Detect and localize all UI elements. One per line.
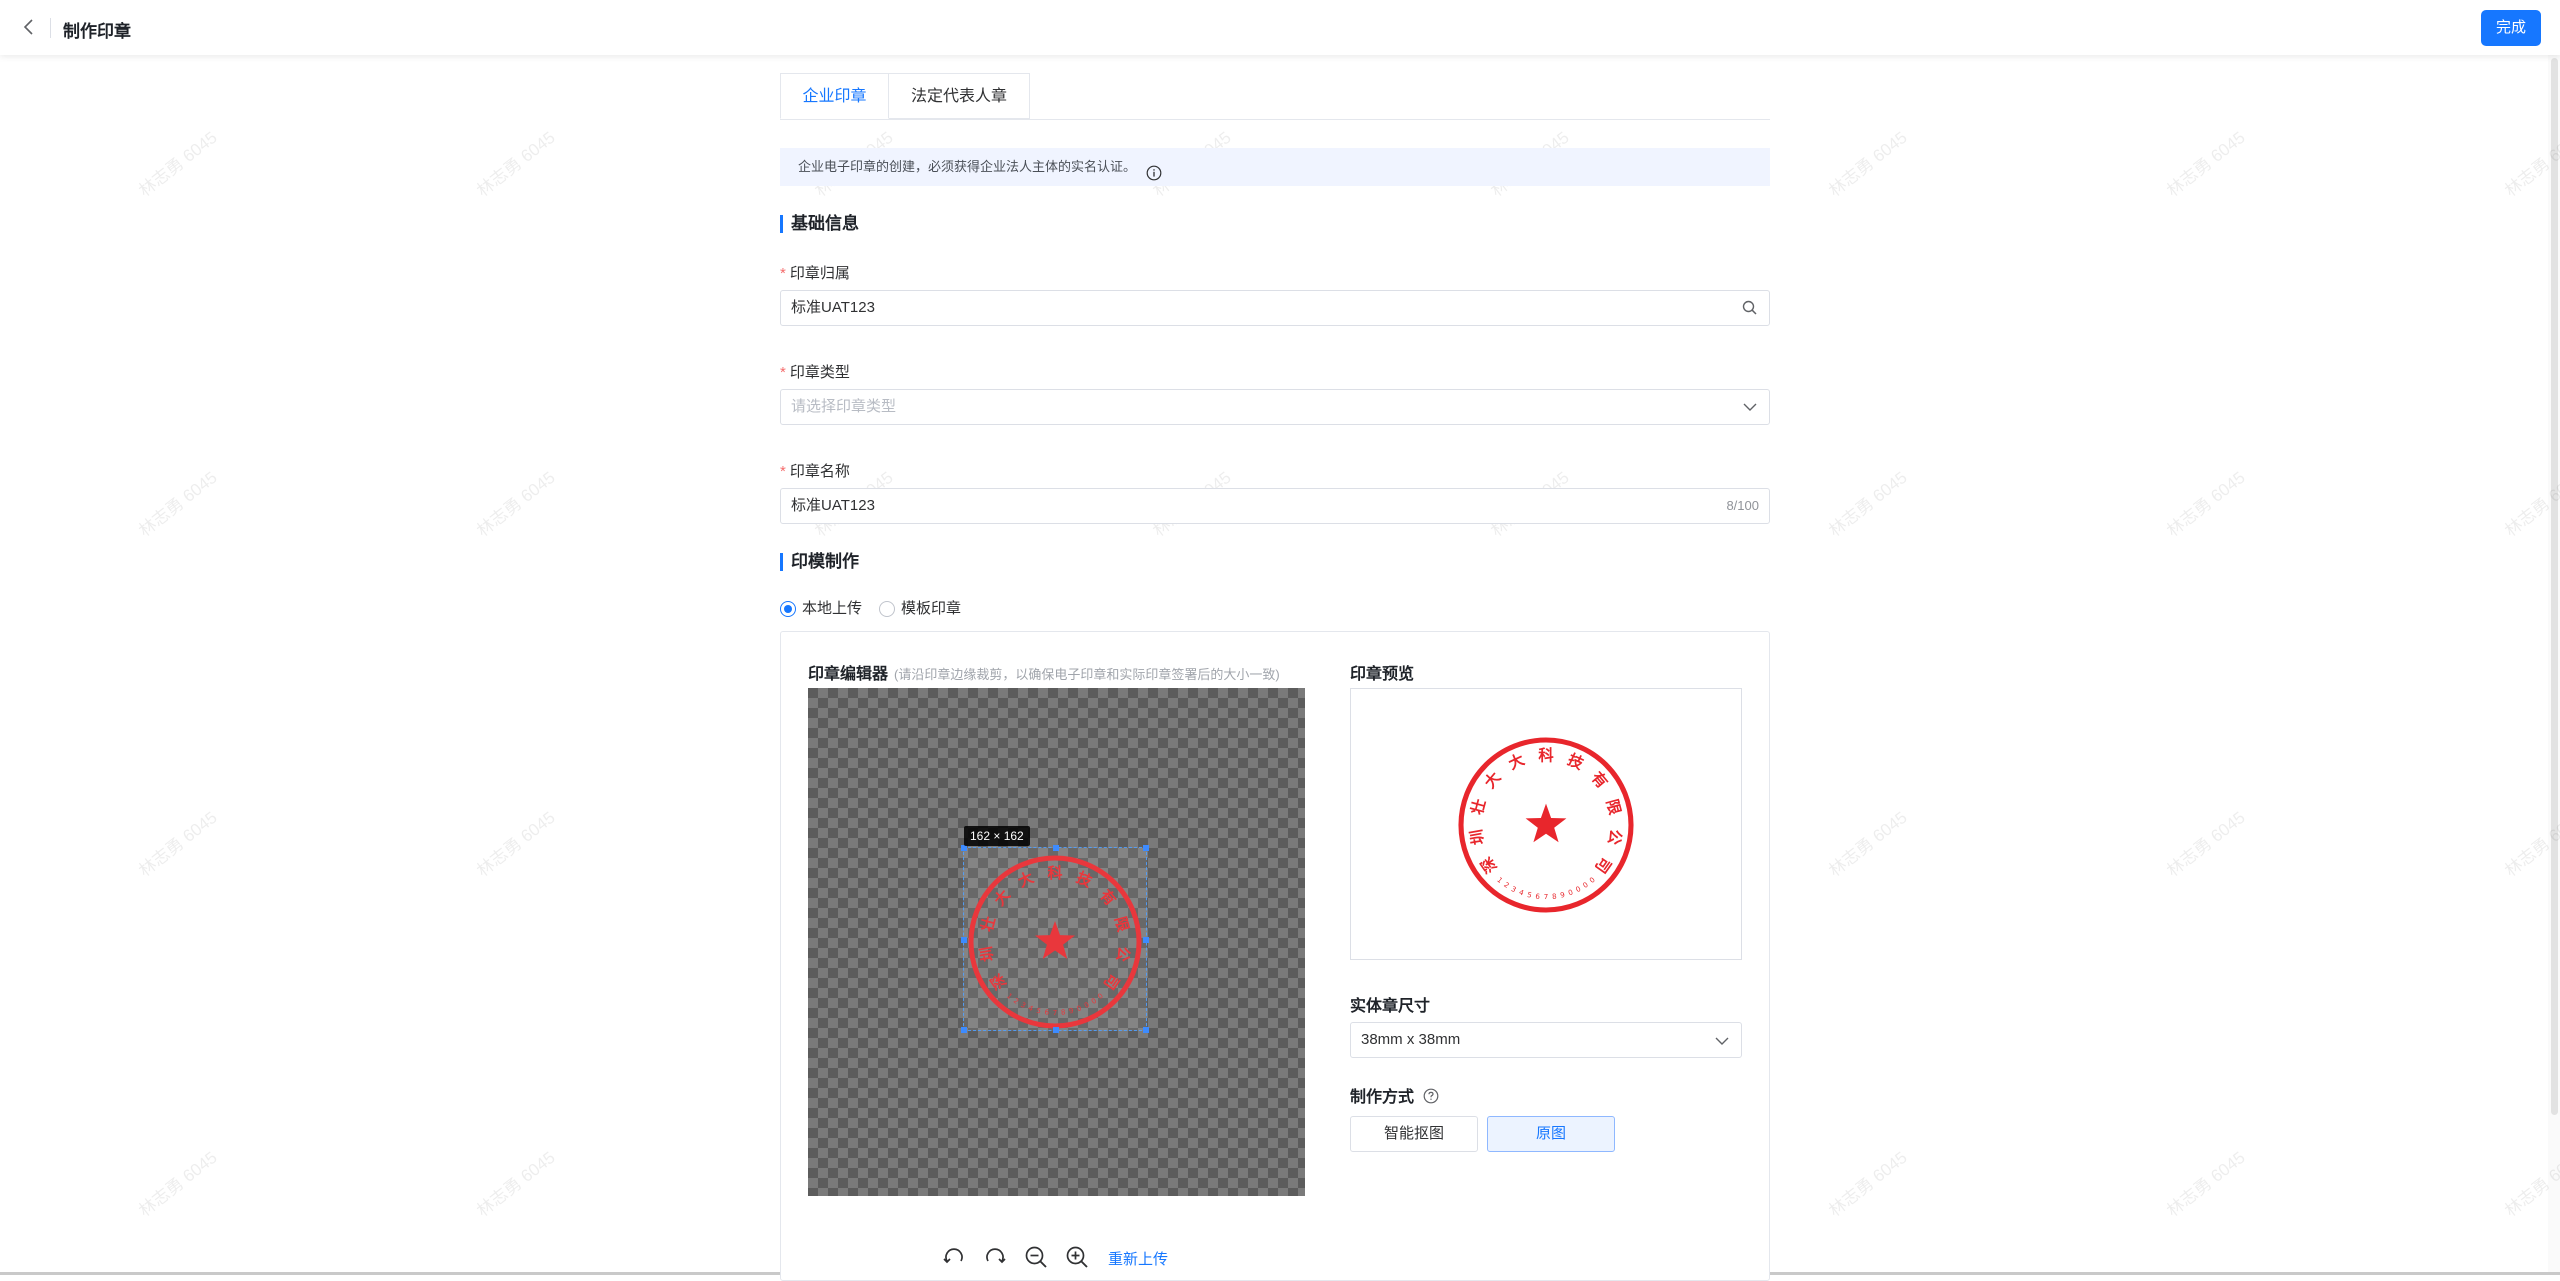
physical-size-select[interactable]: 38mm x 38mm xyxy=(1350,1022,1742,1058)
name-label: * 印章名称 xyxy=(780,463,850,480)
crop-size-tag: 162 × 162 xyxy=(964,826,1030,846)
smart-cutout-button[interactable]: 智能抠图 xyxy=(1350,1116,1478,1152)
watermark-text: 林志勇 6045 xyxy=(135,1147,221,1221)
rotate-right-icon[interactable] xyxy=(982,1244,1008,1270)
notice-banner: 企业电子印章的创建，必须获得企业法人主体的实名认证。 xyxy=(780,148,1770,186)
top-bar: 制作印章 完成 xyxy=(0,0,2560,55)
tab-legal-rep-seal[interactable]: 法定代表人章 xyxy=(889,73,1030,119)
stamp-char: 科 xyxy=(1538,746,1554,764)
search-icon[interactable] xyxy=(1741,299,1759,317)
header-divider xyxy=(50,18,51,38)
editor-toolbar: 重新上传 xyxy=(781,1242,1771,1272)
owner-search-field[interactable]: 标准UAT123 xyxy=(780,290,1770,326)
watermark-text: 林志勇 6045 xyxy=(473,1147,559,1221)
stamp-code-digit: 9 xyxy=(1559,890,1566,900)
scrollbar-thumb[interactable] xyxy=(2551,58,2558,1115)
crop-canvas[interactable]: 深圳壮大大科技有限公司1234567890000 162 × 162 xyxy=(808,688,1305,1196)
watermark-text: 林志勇 6045 xyxy=(473,467,559,541)
watermark-text: 林志勇 6045 xyxy=(1825,127,1911,201)
preview-title: 印章预览 xyxy=(1350,666,1415,683)
editor-hint: (请沿印章边缘裁剪，以确保电子印章和实际印章签署后的大小一致) xyxy=(894,667,1280,682)
help-question-icon[interactable] xyxy=(1423,1088,1439,1104)
crop-handle-bottom-left[interactable] xyxy=(961,1027,967,1033)
stamp-char: 公 xyxy=(1604,828,1625,847)
zoom-in-icon[interactable] xyxy=(1064,1244,1090,1270)
original-image-button[interactable]: 原图 xyxy=(1487,1116,1615,1152)
rotate-left-icon[interactable] xyxy=(941,1244,967,1270)
stamp-code-digit: 7 xyxy=(1544,892,1549,901)
stamp-code-digit: 2 xyxy=(1502,880,1511,890)
watermark-text: 林志勇 6045 xyxy=(1825,1147,1911,1221)
watermark-text: 林志勇 6045 xyxy=(2163,1147,2249,1221)
stamp-char: 大 xyxy=(1481,768,1505,792)
stamp-code-digit: 0 xyxy=(1587,875,1597,885)
reupload-link[interactable]: 重新上传 xyxy=(1108,1248,1168,1269)
type-label: * 印章类型 xyxy=(780,364,850,381)
watermark-text: 林志勇 6045 xyxy=(2163,467,2249,541)
watermark-text: 林志勇 6045 xyxy=(135,807,221,881)
section-title-mold: 印模制作 xyxy=(780,553,859,571)
watermark-text: 林志勇 6045 xyxy=(135,127,221,201)
owner-label: * 印章归属 xyxy=(780,265,850,282)
done-button[interactable]: 完成 xyxy=(2481,10,2541,46)
stamp-star xyxy=(1525,803,1567,843)
zoom-out-icon[interactable] xyxy=(1023,1244,1049,1270)
page-title: 制作印章 xyxy=(63,22,131,41)
stamp-char: 壮 xyxy=(1468,797,1490,817)
owner-value: 标准UAT123 xyxy=(791,299,875,316)
type-select[interactable]: 请选择印章类型 xyxy=(780,389,1770,425)
type-placeholder: 请选择印章类型 xyxy=(791,398,897,415)
stamp-code-digit: 4 xyxy=(1518,887,1526,897)
main-content: 企业印章 法定代表人章 企业电子印章的创建，必须获得企业法人主体的实名认证。 基… xyxy=(780,55,1770,1281)
stamp-char: 限 xyxy=(1603,797,1625,817)
watermark-text: 林志勇 6045 xyxy=(135,467,221,541)
back-arrow-icon[interactable] xyxy=(18,14,40,40)
tab-enterprise-seal[interactable]: 企业印章 xyxy=(780,73,889,119)
watermark-text: 林志勇 6045 xyxy=(2163,807,2249,881)
stamp-char: 有 xyxy=(1588,769,1612,792)
char-count: 8/100 xyxy=(1726,498,1759,513)
stamp-code-digit: 5 xyxy=(1526,890,1532,900)
physical-size-value: 38mm x 38mm xyxy=(1361,1031,1461,1048)
chevron-down-icon[interactable] xyxy=(1713,1032,1731,1050)
name-value: 标准UAT123 xyxy=(791,497,875,514)
stamp-char: 深 xyxy=(1477,853,1501,876)
watermark-text: 林志勇 6045 xyxy=(473,807,559,881)
seal-preview: 深圳壮大大科技有限公司1234567890000 xyxy=(1350,688,1742,960)
stamp-code-digit: 0 xyxy=(1574,884,1583,894)
stamp-code-digit: 3 xyxy=(1510,884,1518,894)
info-icon[interactable] xyxy=(1146,158,1162,180)
watermark-text: 林志勇 6045 xyxy=(1825,467,1911,541)
stamp-char: 大 xyxy=(1506,750,1528,773)
stamp-char: 圳 xyxy=(1467,828,1487,846)
chevron-down-icon[interactable] xyxy=(1741,398,1759,416)
notice-text: 企业电子印章的创建，必须获得企业法人主体的实名认证。 xyxy=(798,159,1137,174)
physical-size-label: 实体章尺寸 xyxy=(1350,998,1431,1015)
crop-selection-box[interactable] xyxy=(961,845,1149,1033)
crop-handle-right[interactable] xyxy=(1143,937,1149,943)
stamp-code-digit: 8 xyxy=(1552,892,1558,902)
crop-handle-top-right[interactable] xyxy=(1143,845,1149,851)
watermark-text: 林志勇 6045 xyxy=(2163,127,2249,201)
stamp-code-digit: 6 xyxy=(1535,892,1541,902)
stamp-code-digit: 0 xyxy=(1581,880,1590,890)
stamp-code-digit: 0 xyxy=(1567,887,1575,897)
method-label: 制作方式 xyxy=(1350,1083,1439,1107)
stamp-char: 司 xyxy=(1591,854,1615,877)
editor-title: 印章编辑器 (请沿印章边缘裁剪，以确保电子印章和实际印章签署后的大小一致) xyxy=(808,666,1280,683)
tab-bar: 企业印章 法定代表人章 xyxy=(780,73,1770,120)
stamp-code-digit: 1 xyxy=(1495,875,1504,885)
crop-handle-bottom-right[interactable] xyxy=(1143,1027,1149,1033)
crop-handle-bottom[interactable] xyxy=(1053,1027,1059,1033)
seal-editor-panel: 印章编辑器 (请沿印章边缘裁剪，以确保电子印章和实际印章签署后的大小一致) 深圳壮… xyxy=(780,631,1770,1281)
watermark-text: 林志勇 6045 xyxy=(1825,807,1911,881)
preview-stamp-image: 深圳壮大大科技有限公司123 4 5 6 7 8 9 0 000 xyxy=(1458,737,1634,913)
watermark-text: 林志勇 6045 xyxy=(473,127,559,201)
crop-handle-left[interactable] xyxy=(961,937,967,943)
crop-handle-top[interactable] xyxy=(1053,845,1059,851)
stamp-char: 技 xyxy=(1565,750,1587,773)
section-title-basic-info: 基础信息 xyxy=(780,215,859,233)
name-input[interactable]: 标准UAT123 8/100 xyxy=(780,488,1770,524)
